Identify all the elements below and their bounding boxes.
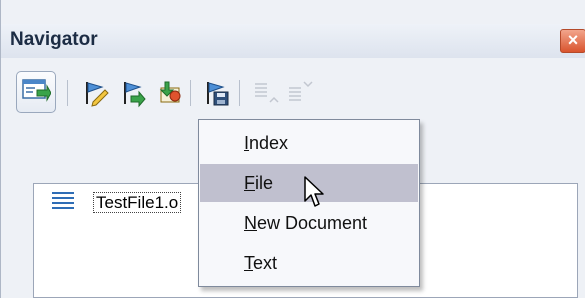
toolbar-separator bbox=[190, 80, 191, 106]
insert-link-button[interactable] bbox=[151, 74, 187, 110]
toolbar-separator bbox=[67, 80, 68, 106]
promote-level-button[interactable] bbox=[247, 74, 283, 110]
menu-item-text[interactable]: Text bbox=[200, 244, 418, 282]
menu-item-label: ext bbox=[253, 253, 278, 273]
menu-item-index[interactable]: Index bbox=[200, 124, 418, 162]
menu-item-label: ndex bbox=[249, 133, 289, 153]
window-title: Navigator bbox=[10, 29, 98, 50]
navigator-window: Navigator × TestFile1.o Index File New D… bbox=[0, 0, 585, 298]
menu-item-label: ile bbox=[255, 173, 274, 193]
mouse-pointer-icon bbox=[304, 176, 324, 207]
edit-flag-button[interactable] bbox=[77, 74, 113, 110]
demote-level-icon bbox=[289, 81, 313, 101]
tree-item-testfile[interactable]: TestFile1.o bbox=[93, 192, 182, 213]
menu-item-mnemonic: N bbox=[244, 213, 257, 233]
content-view-button[interactable] bbox=[16, 71, 56, 113]
next-flag-button[interactable] bbox=[115, 74, 151, 110]
tree-item-label: TestFile1.o bbox=[93, 192, 182, 213]
close-button[interactable]: × bbox=[560, 29, 585, 53]
edit-pencil-flag-icon bbox=[86, 82, 109, 107]
promote-level-icon bbox=[255, 83, 279, 103]
demote-level-button[interactable] bbox=[281, 74, 317, 110]
menu-item-new-document[interactable]: New Document bbox=[200, 204, 418, 242]
insert-link-icon bbox=[159, 81, 181, 103]
content-view-icon bbox=[22, 79, 51, 102]
menu-item-label: ew Document bbox=[257, 213, 368, 233]
document-lines-icon bbox=[52, 192, 74, 209]
save-flag-button[interactable] bbox=[198, 74, 234, 110]
save-flag-icon bbox=[207, 82, 229, 106]
menu-item-mnemonic: T bbox=[244, 253, 253, 273]
next-green-flag-icon bbox=[124, 82, 146, 108]
menu-item-mnemonic: F bbox=[244, 173, 255, 193]
toolbar-separator bbox=[239, 80, 240, 106]
